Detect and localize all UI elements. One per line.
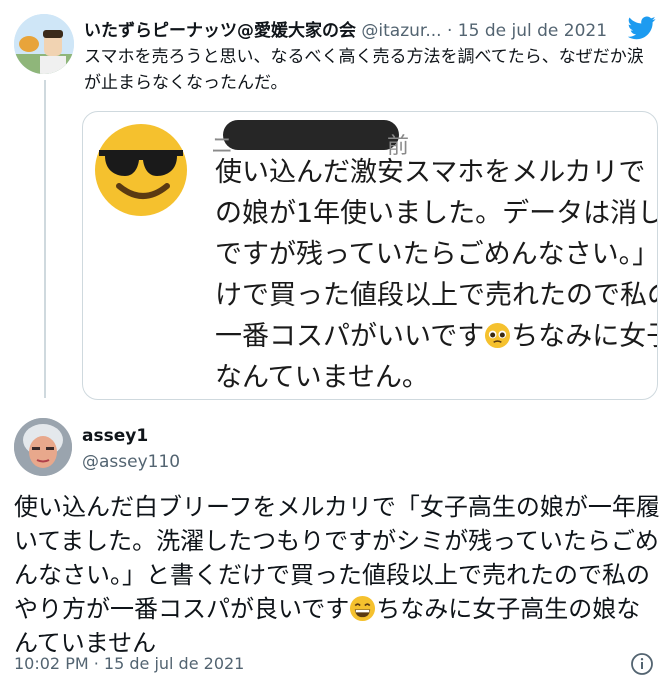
redacted-name-bar [223,120,399,150]
screenshot-text: 使い込んだ激安スマホをメルカリで「 の娘が1年使いました。データは消し ですが残… [215,152,658,398]
screenshot-line: 使い込んだ激安スマホをメルカリで「 [215,157,658,188]
separator: · [446,21,453,41]
screenshot-line: けで買った値段以上で売れたので私の [215,280,658,311]
screenshot-line: の娘が1年使いました。データは消し [215,198,658,229]
screenshot-line-part: ちなみに女子 [511,321,658,352]
pleading-face-emoji [485,322,511,349]
tweet-text: 使い込んだ白ブリーフをメルカリで「女子高生の娘が一年履いてました。洗濯したつもり… [14,490,660,660]
display-name[interactable]: assey1 [82,426,148,446]
tweet-date[interactable]: 15 de jul de 2021 [458,21,607,41]
tweet-text: スマホを売ろうと思い、なるべく高く売る方法を調べてたら、なぜだか涙が止まらなくな… [84,47,644,93]
user-handle[interactable]: @assey110 [82,452,180,472]
grinning-face-emoji [350,595,376,622]
user-handle[interactable]: @itazur... [361,21,441,41]
display-name[interactable]: いたずらピーナッツ@愛媛大家の会 [84,21,356,41]
main-tweet[interactable]: assey1 @assey110 使い込んだ白ブリーフをメルカリで「女子高生の娘… [0,410,664,682]
info-icon[interactable] [630,652,654,676]
twitter-bird-icon[interactable] [628,16,656,40]
tweet-header: いたずらピーナッツ@愛媛大家の会 @itazur... · 15 de jul … [84,16,664,42]
attached-screenshot[interactable]: ニ 前 使い込んだ激安スマホをメルカリで「 の娘が1年使いました。データは消し … [82,111,658,400]
avatar[interactable] [14,14,74,74]
avatar[interactable] [14,418,72,476]
screenshot-line: なんていません。 [215,362,429,393]
screenshot-line-part: 一番コスパがいいです [215,321,485,352]
tweet-timestamp[interactable]: 10:02 PM · 15 de jul de 2021 [14,654,244,673]
screenshot-line: 一番コスパがいいです ちなみに女子 [215,316,658,357]
screenshot-line: ですが残っていたらごめんなさい。」 [215,239,658,270]
quoted-tweet[interactable]: いたずらピーナッツ@愛媛大家の会 @itazur... · 15 de jul … [0,0,664,410]
sunglasses-face-emoji [95,124,187,216]
